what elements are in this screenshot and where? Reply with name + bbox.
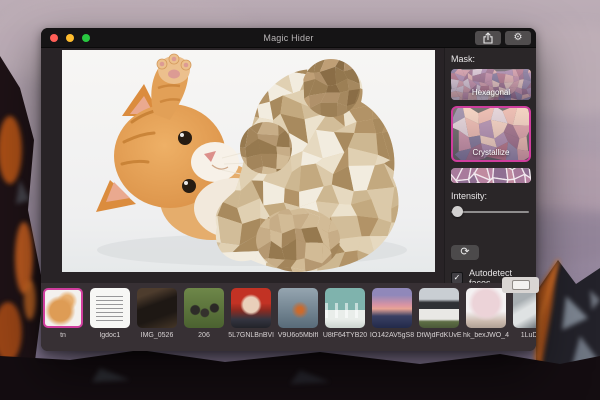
- filmstrip-item-IMG_0526[interactable]: IMG_0526: [137, 288, 177, 351]
- filmstrip-item-label: 5L7GNLBnBVl: [228, 332, 274, 339]
- mask-option-label: Hexagonal: [451, 88, 531, 97]
- filmstrip-thumbnail[interactable]: [372, 288, 412, 328]
- filmstrip-item-1LuD94[interactable]: 1LuD94: [513, 288, 536, 351]
- filmstrip-item-U8tF64TYB20[interactable]: U8tF64TYB20: [325, 288, 365, 351]
- filmstrip-item-label: lgdoc1: [100, 332, 121, 339]
- main-content: Mask: Hexagonal: [41, 48, 536, 283]
- mask-option-crystallize[interactable]: Crystallize: [451, 106, 531, 162]
- filmstrip-item-label: 206: [198, 332, 210, 339]
- kitten-photo-crystallized: [62, 50, 435, 272]
- titlebar[interactable]: Magic Hider ⚙: [41, 28, 536, 48]
- filmstrip-item-V9U6o5MbIfl[interactable]: V9U6o5MbIfl: [278, 288, 318, 351]
- intensity-slider[interactable]: [451, 206, 529, 218]
- filmstrip-thumbnail[interactable]: [184, 288, 224, 328]
- filmstrip-thumbnail[interactable]: [231, 288, 271, 328]
- filmstrip-item-DtWjdFdKUvE[interactable]: DtWjdFdKUvE: [419, 288, 459, 351]
- zoom-button[interactable]: [82, 34, 90, 42]
- window-controls: [50, 34, 90, 42]
- mask-option-label: Crystallize: [453, 148, 529, 157]
- filmstrip-item-label: tn: [60, 332, 66, 339]
- filmstrip-thumbnail[interactable]: [513, 288, 536, 328]
- filmstrip-thumbnail[interactable]: [43, 288, 83, 328]
- filmstrip-item-label: U8tF64TYB20: [323, 332, 367, 339]
- filmstrip-item-206[interactable]: 206: [184, 288, 224, 351]
- filmstrip-thumbnail[interactable]: [90, 288, 130, 328]
- mask-option-outline[interactable]: [451, 168, 531, 183]
- filmstrip-item-label: IO142AV5gS8: [370, 332, 414, 339]
- minimize-button[interactable]: [66, 34, 74, 42]
- filmstrip-toggle-button[interactable]: [502, 277, 539, 293]
- filmstrip-item-5L7GNLBnBVl[interactable]: 5L7GNLBnBVl: [231, 288, 271, 351]
- app-window: Magic Hider ⚙: [41, 28, 536, 351]
- filmstrip-thumbnail[interactable]: [325, 288, 365, 328]
- filmstrip-thumbnail[interactable]: [466, 288, 506, 328]
- titlebar-buttons: ⚙: [475, 31, 531, 45]
- slider-thumb[interactable]: [452, 206, 463, 217]
- filmstrip-item-hk_bexJWO_4[interactable]: hk_bexJWO_4: [466, 288, 506, 351]
- filmstrip-thumbnail[interactable]: [278, 288, 318, 328]
- filmstrip-thumbnail[interactable]: [419, 288, 459, 328]
- refresh-icon: ⟳: [460, 246, 469, 258]
- filmstrip-item-label: V9U6o5MbIfl: [278, 332, 318, 339]
- keyboard-key-icon: [512, 280, 530, 290]
- filmstrip-item-label: IMG_0526: [141, 332, 174, 339]
- share-icon: [483, 32, 493, 44]
- share-button[interactable]: [475, 31, 501, 45]
- mask-section-label: Mask:: [451, 54, 536, 64]
- filmstrip-item-tn[interactable]: tn: [43, 288, 83, 351]
- filmstrip-item-label: DtWjdFdKUvE: [416, 332, 461, 339]
- filmstrip-item-lgdoc1[interactable]: lgdoc1: [90, 288, 130, 351]
- sidebar: Mask: Hexagonal: [444, 48, 536, 283]
- refresh-button[interactable]: ⟳: [451, 245, 479, 260]
- filmstrip-thumbnail[interactable]: [137, 288, 177, 328]
- filmstrip-item-label: 1LuD94: [521, 332, 536, 339]
- window-title: Magic Hider: [41, 33, 536, 43]
- settings-button[interactable]: ⚙: [505, 31, 531, 45]
- close-button[interactable]: [50, 34, 58, 42]
- gear-icon: ⚙: [514, 32, 523, 44]
- filmstrip-item-label: hk_bexJWO_4: [463, 332, 509, 339]
- filmstrip: tn lgdoc1 IMG_0526 206 5L7GNLBnBVl V9U6o…: [41, 283, 536, 351]
- intensity-label: Intensity:: [451, 191, 536, 201]
- mask-option-hexagonal[interactable]: Hexagonal: [451, 69, 531, 100]
- image-canvas[interactable]: [62, 50, 435, 272]
- filmstrip-item-IO142AV5gS8[interactable]: IO142AV5gS8: [372, 288, 412, 351]
